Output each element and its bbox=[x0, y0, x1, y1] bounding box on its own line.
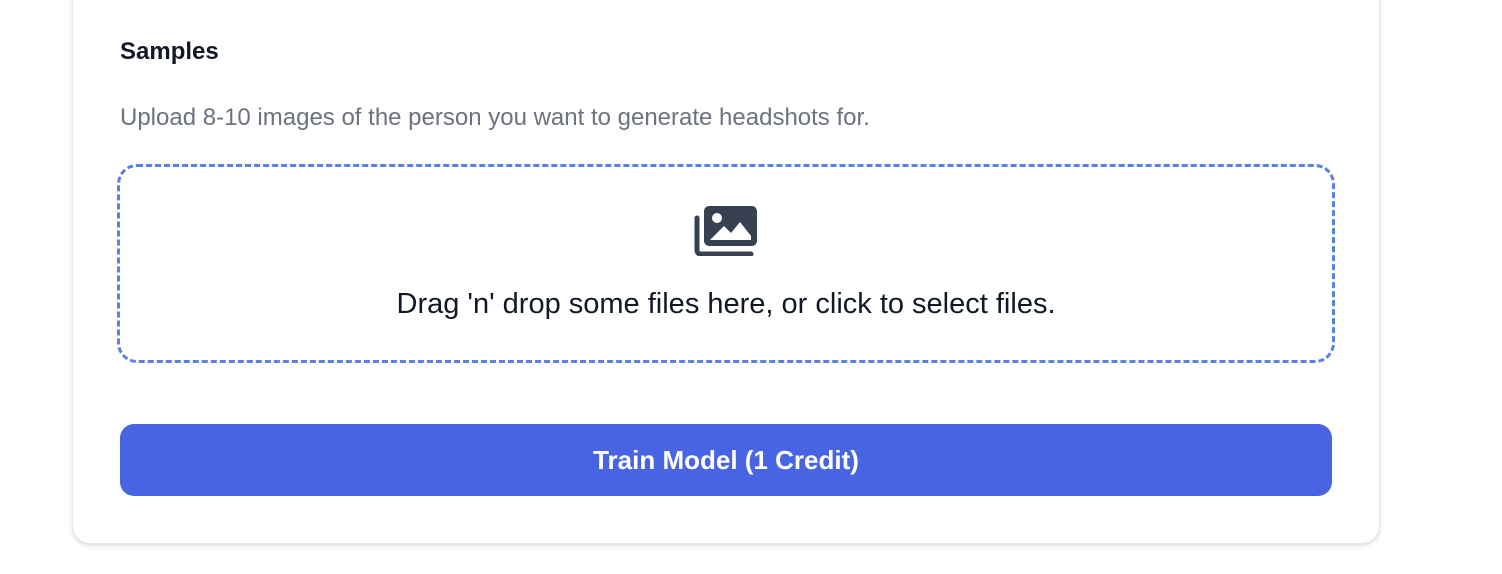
train-model-button[interactable]: Train Model (1 Credit) bbox=[120, 424, 1332, 496]
dropzone-text: Drag 'n' drop some files here, or click … bbox=[396, 287, 1056, 320]
samples-title: Samples bbox=[120, 38, 219, 65]
file-dropzone[interactable]: Drag 'n' drop some files here, or click … bbox=[117, 164, 1335, 363]
samples-description: Upload 8-10 images of the person you wan… bbox=[120, 104, 870, 131]
images-icon bbox=[694, 205, 757, 256]
